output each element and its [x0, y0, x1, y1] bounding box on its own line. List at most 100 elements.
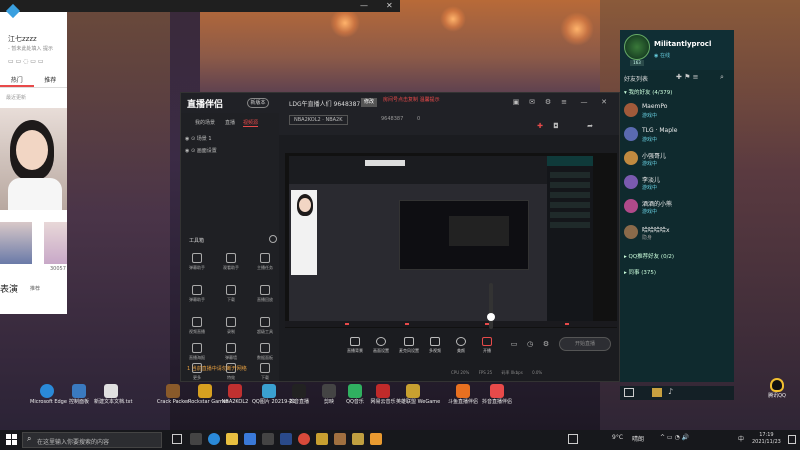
tool-item[interactable]: 下载 — [253, 363, 277, 381]
qq-nickname[interactable]: Militantlyprocl — [654, 40, 711, 48]
desktop-icon[interactable]: 网易云音乐 — [366, 384, 400, 405]
top-left-window-titlebar[interactable]: — ✕ — [0, 0, 400, 12]
weather-temp[interactable]: 9°C — [612, 434, 623, 441]
taskbar-search[interactable]: ⌕ 在这里输入你要搜索的内容 — [22, 432, 162, 448]
tool-item[interactable]: 直播海报 — [185, 343, 209, 361]
tool-item[interactable]: 观看助手 — [219, 253, 243, 271]
weather-desc[interactable]: 晴朗 — [632, 434, 644, 443]
stream-preview[interactable] — [285, 153, 617, 328]
app-icon[interactable] — [280, 433, 292, 445]
tab-my-scenes[interactable]: 我的场景 — [195, 119, 215, 126]
folder-icon[interactable] — [652, 388, 662, 397]
tool-item[interactable]: 直播回放 — [253, 285, 277, 303]
contact-item[interactable]: 小强哥儿 游戏中 — [624, 150, 732, 168]
menu-icon[interactable]: ≡ — [559, 97, 569, 107]
desktop-icon[interactable]: 英雄联盟 WeGame — [396, 384, 440, 405]
start-live-button[interactable]: 开始直播 — [559, 337, 611, 351]
contact-item[interactable]: 酒酒的小熊 游戏中 — [624, 198, 732, 216]
streamer-photo[interactable] — [0, 108, 67, 210]
desktop-icon[interactable]: 抖音直播伴侣 — [480, 384, 514, 405]
desktop-icon[interactable]: 腾讯QQ — [760, 378, 794, 399]
desktop-icon[interactable]: QQ图片 20219-21 — [252, 384, 296, 405]
timer-icon[interactable]: ◷ — [525, 339, 535, 349]
broadcast-button[interactable]: 开播 — [475, 337, 499, 354]
close-icon[interactable]: ✕ — [386, 1, 393, 10]
tool-item[interactable]: 主播任务 — [253, 253, 277, 271]
tool-item[interactable]: 数据面板 — [253, 343, 277, 361]
settings-icon[interactable]: ⚙ — [543, 97, 553, 107]
windows-icon[interactable] — [244, 433, 256, 445]
share-icon[interactable]: ➦ — [585, 121, 595, 131]
video-icon[interactable]: ▭ — [509, 339, 519, 349]
contact-item[interactable]: MaemPo 游戏中 — [624, 102, 732, 120]
tab-source[interactable]: 视频源 — [243, 119, 259, 127]
tab-live[interactable]: 直播 — [225, 119, 235, 126]
minimize-icon[interactable]: — — [579, 97, 589, 107]
scene-item[interactable]: ◉ ⊙ 场景 1 — [185, 135, 212, 142]
desktop-icon[interactable]: Crack Packer — [156, 384, 190, 405]
friend-group[interactable]: ▸ QQ推荐好友 (0/2) — [624, 252, 674, 260]
desktop-icon[interactable]: Microsoft Edge — [30, 384, 67, 405]
background-button[interactable]: 直播背景 — [343, 337, 367, 354]
clock[interactable]: 17:19 2021/11/23 — [752, 432, 781, 446]
app-icon[interactable] — [334, 433, 346, 445]
desktop-icon[interactable]: 控制面板 — [62, 384, 96, 405]
shop-icon[interactable]: ▣ — [511, 97, 521, 107]
windows-start-icon[interactable] — [6, 434, 17, 445]
avatar[interactable] — [624, 34, 650, 60]
contact-item[interactable]: TLG · Maple 游戏中 — [624, 126, 732, 144]
tool-item[interactable]: 视频直播 — [185, 317, 209, 335]
app-icon[interactable] — [352, 433, 364, 445]
tray-icons[interactable]: ^ ▭ ◔ 🔊 — [660, 434, 689, 441]
toolbox-expand-icon[interactable] — [269, 235, 277, 243]
chat-icon[interactable] — [568, 434, 578, 444]
edit-button[interactable]: 修改 — [361, 98, 377, 107]
streamer-photo-3[interactable] — [44, 222, 67, 264]
volume-slider-knob[interactable] — [487, 313, 495, 321]
scene-item[interactable]: ◉ ⊙ 画面设置 — [185, 147, 217, 154]
tool-item[interactable]: 弹幕墙 — [219, 343, 243, 361]
mic-settings-button[interactable]: 麦克风设置 — [397, 337, 421, 354]
close-icon[interactable]: ✕ — [599, 97, 609, 107]
version-button[interactable]: 新版本 — [247, 98, 269, 108]
display-settings-button[interactable]: 画面设置 — [369, 337, 393, 354]
chat-icon[interactable] — [624, 388, 634, 397]
volume-slider[interactable] — [487, 283, 495, 329]
task-view-icon[interactable] — [172, 434, 182, 444]
tool-item[interactable]: 录制 — [219, 317, 243, 335]
desktop-icon[interactable]: 新建文本文档.txt — [94, 384, 132, 405]
online-status[interactable]: ◉ 在线 — [654, 52, 670, 59]
contact-item[interactable]: 李淡儿 游戏中 — [624, 174, 732, 192]
streamer-photo-2[interactable] — [0, 222, 32, 264]
tool-item[interactable]: 弹幕助手 — [185, 253, 209, 271]
tab-recommend[interactable]: 推荐 — [34, 74, 68, 87]
contact-item[interactable]: 哈哈哈哈x 隐身 — [624, 224, 732, 242]
desktop-icon[interactable]: 抖音直播 — [282, 384, 316, 405]
desktop-icon[interactable]: NBA2KOL2 — [218, 384, 252, 405]
folder-icon[interactable] — [226, 433, 238, 445]
edge-icon[interactable] — [208, 433, 220, 445]
live-companion-icon[interactable] — [370, 433, 382, 445]
chrome-icon[interactable] — [298, 433, 310, 445]
search-icon[interactable]: ⌕ — [720, 73, 724, 82]
desktop-icon[interactable]: 斗鱼直播伴侣 — [446, 384, 480, 405]
multi-video-button[interactable]: 多视频 — [423, 337, 447, 354]
tool-item[interactable]: 弹幕助手 — [185, 285, 209, 303]
friend-group[interactable]: ▾ 我的好友 (4/379) — [624, 88, 672, 96]
lock-icon[interactable]: ◘ — [551, 121, 561, 131]
mic-icon[interactable]: ♪ — [668, 387, 673, 396]
store-icon[interactable] — [262, 433, 274, 445]
notification-icon[interactable] — [788, 435, 796, 444]
game-tag[interactable]: NBA2KOL2 · NBA2K — [289, 115, 348, 125]
tab-hot[interactable]: 热门 — [0, 74, 34, 87]
beauty-button[interactable]: 美颜 — [449, 337, 473, 354]
message-icon[interactable]: ✉ — [527, 97, 537, 107]
gear-icon[interactable]: ⚙ — [541, 339, 551, 349]
add-friend-icon[interactable]: ✚ ⚑ ≡ — [676, 73, 698, 81]
desktop-icon[interactable]: Rockstar Games — [188, 384, 229, 405]
gift-icon[interactable]: ✚ — [535, 121, 545, 131]
tool-item[interactable]: 超级工具 — [253, 317, 277, 335]
friend-group[interactable]: ▸ 同事 (375) — [624, 268, 656, 276]
ime-indicator[interactable]: 中 — [738, 434, 744, 443]
minimize-icon[interactable]: — — [360, 1, 368, 10]
